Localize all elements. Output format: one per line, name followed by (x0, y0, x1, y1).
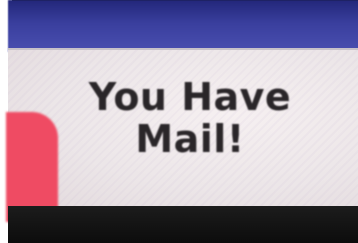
mail-notification-message: You Have Mail! (70, 76, 310, 160)
screen: You Have Mail! (0, 0, 358, 243)
title-bar (8, 0, 358, 52)
bottom-strip (8, 206, 358, 243)
message-line-2: Mail! (135, 117, 245, 161)
message-line-1: You Have (88, 75, 292, 119)
